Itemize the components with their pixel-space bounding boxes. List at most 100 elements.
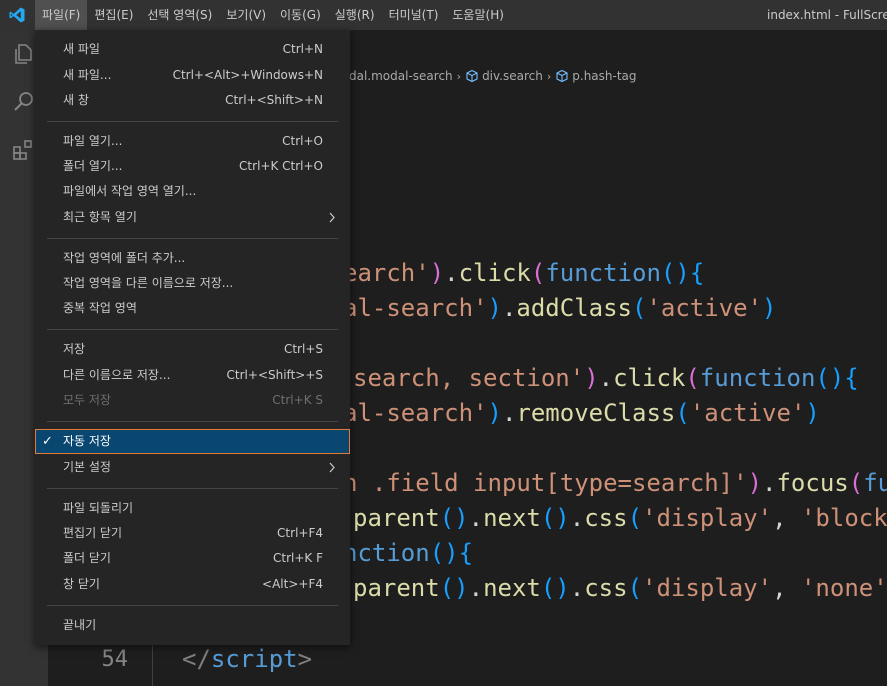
menu-item-label: 저장 — [63, 342, 86, 356]
code-token: ) — [762, 294, 777, 322]
menu-run[interactable]: 실행(R) — [328, 0, 382, 30]
code-token: . — [569, 574, 585, 602]
menu-item-preferences[interactable]: 기본 설정 — [35, 455, 350, 480]
menu-item-revert-file[interactable]: 파일 되돌리기 — [35, 496, 350, 521]
code-token: () — [660, 259, 690, 287]
chevron-right-icon — [329, 462, 335, 473]
code-token: 'block — [800, 504, 887, 532]
code-token: addClass — [516, 294, 632, 322]
menu-item-save[interactable]: 저장 Ctrl+S — [35, 337, 350, 362]
code-token: earch' — [343, 259, 430, 287]
menu-item-label: 폴더 닫기 — [63, 551, 111, 565]
menu-item-open-file[interactable]: 파일 열기... Ctrl+O — [35, 129, 350, 154]
code-token: . — [501, 399, 517, 427]
breadcrumb-item-p-hash-tag[interactable]: p.hash-tag — [572, 69, 636, 83]
menu-separator — [47, 421, 338, 422]
code-token: () — [429, 539, 459, 567]
menu-separator — [47, 329, 338, 330]
code-token: () — [815, 364, 845, 392]
code-token: search, section' — [353, 364, 585, 392]
menu-item-add-folder-to-workspace[interactable]: 작업 영역에 폴더 추가... — [35, 246, 350, 271]
line-number: 54 — [101, 647, 129, 672]
menu-item-label: 새 창 — [63, 93, 89, 107]
menu-go[interactable]: 이동(G) — [273, 0, 328, 30]
menu-item-label: 파일에서 작업 영역 열기... — [63, 184, 197, 198]
code-token: next — [483, 574, 541, 602]
menu-edit[interactable]: 편집(E) — [87, 0, 140, 30]
code-token: 'display' — [642, 504, 773, 532]
code-token: </ — [182, 645, 211, 673]
breadcrumb-item-div-search[interactable]: div.search — [482, 69, 543, 83]
menu-item-label: 자동 저장 — [63, 434, 111, 448]
menu-item-shortcut: <Alt>+F4 — [262, 577, 323, 591]
menu-item-label: 끝내기 — [63, 618, 97, 632]
menu-item-close-editor[interactable]: 편집기 닫기 Ctrl+F4 — [35, 521, 350, 546]
menu-item-shortcut: Ctrl+<Alt>+Windows+N — [172, 68, 323, 82]
code-token: { — [844, 364, 859, 392]
code-token: ) — [487, 399, 502, 427]
code-line: al-search').addClass('active') — [343, 291, 777, 326]
element-cube-icon — [556, 69, 568, 83]
explorer-icon[interactable] — [12, 42, 36, 66]
code-token: . — [501, 294, 517, 322]
menu-selection[interactable]: 선택 영역(S) — [140, 0, 219, 30]
menu-item-label: 창 닫기 — [63, 577, 100, 591]
menu-item-shortcut: Ctrl+F4 — [277, 526, 323, 540]
code-token: ) — [747, 469, 763, 497]
code-token: ( — [632, 294, 647, 322]
menu-item-open-workspace-from-file[interactable]: 파일에서 작업 영역 열기... — [35, 179, 350, 204]
menu-help[interactable]: 도움말(H) — [445, 0, 511, 30]
menu-item-label: 작업 영역을 다른 이름으로 저장... — [63, 276, 234, 290]
menu-item-save-as[interactable]: 다른 이름으로 저장... Ctrl+<Shift>+S — [35, 363, 350, 388]
menu-item-shortcut: Ctrl+O — [282, 134, 323, 148]
menu-separator — [47, 605, 338, 606]
code-token: al-search' — [343, 399, 488, 427]
breadcrumb-item-modal-search[interactable]: dal.modal-search — [349, 69, 453, 83]
menu-item-new-window[interactable]: 새 창 Ctrl+<Shift>+N — [35, 88, 350, 113]
menu-bar: 파일(F) 편집(E) 선택 영역(S) 보기(V) 이동(G) 실행(R) 터… — [35, 0, 511, 30]
code-token: function — [699, 364, 816, 392]
menu-item-exit[interactable]: 끝내기 — [35, 613, 350, 638]
code-line: n .field input[type=search]').focus(fun — [343, 466, 887, 501]
code-token: , — [772, 574, 801, 602]
menu-item-save-workspace-as[interactable]: 작업 영역을 다른 이름으로 저장... — [35, 271, 350, 296]
menu-item-save-all: 모두 저장 Ctrl+K S — [35, 388, 350, 413]
code-line: parent().next().css('display', 'block — [353, 501, 887, 536]
menu-terminal[interactable]: 터미널(T) — [382, 0, 446, 30]
chevron-right-icon — [329, 212, 335, 223]
menu-item-close-folder[interactable]: 폴더 닫기 Ctrl+K F — [35, 546, 350, 571]
code-token: click — [458, 259, 531, 287]
code-token: ) — [487, 294, 502, 322]
file-menu-dropdown: 새 파일 Ctrl+N 새 파일... Ctrl+<Alt>+Windows+N 새 창… — [35, 30, 350, 645]
menu-item-open-folder[interactable]: 폴더 열기... Ctrl+K Ctrl+O — [35, 154, 350, 179]
menu-item-duplicate-workspace[interactable]: 중복 작업 영역 — [35, 296, 350, 321]
menu-file[interactable]: 파일(F) — [35, 0, 88, 30]
menu-item-new-file-dialog[interactable]: 새 파일... Ctrl+<Alt>+Windows+N — [35, 63, 350, 88]
search-icon[interactable] — [12, 90, 36, 114]
code-token: css — [584, 574, 628, 602]
code-token: ( — [627, 504, 643, 532]
menu-item-shortcut: Ctrl+<Shift>+S — [226, 368, 323, 382]
menu-view[interactable]: 보기(V) — [219, 0, 273, 30]
element-cube-icon — [466, 69, 478, 83]
menu-item-auto-save[interactable]: ✓ 자동 저장 — [35, 429, 350, 454]
code-line: earch').click(function(){ — [343, 256, 704, 291]
code-token: removeClass — [516, 399, 676, 427]
code-line: nction(){ — [343, 536, 473, 571]
menu-item-open-recent[interactable]: 최근 항목 열기 — [35, 205, 350, 230]
code-line: search, section').click(function(){ — [353, 361, 859, 396]
chevron-right-icon: › — [546, 69, 552, 83]
extensions-icon[interactable] — [12, 138, 36, 162]
menu-item-new-file[interactable]: 새 파일 Ctrl+N — [35, 37, 350, 62]
code-token: ) — [429, 259, 445, 287]
menu-item-close-window[interactable]: 창 닫기 <Alt>+F4 — [35, 572, 350, 597]
code-token: . — [762, 469, 777, 497]
breadcrumb: dal.modal-search › div.search › p.hash-t… — [349, 65, 637, 87]
code-token: () — [439, 504, 469, 532]
code-line: </script> — [182, 642, 312, 677]
code-token: css — [584, 504, 628, 532]
code-token: parent — [353, 574, 440, 602]
code-token: 'display' — [642, 574, 773, 602]
code-token: () — [439, 574, 469, 602]
menu-item-shortcut: Ctrl+K Ctrl+O — [239, 159, 323, 173]
